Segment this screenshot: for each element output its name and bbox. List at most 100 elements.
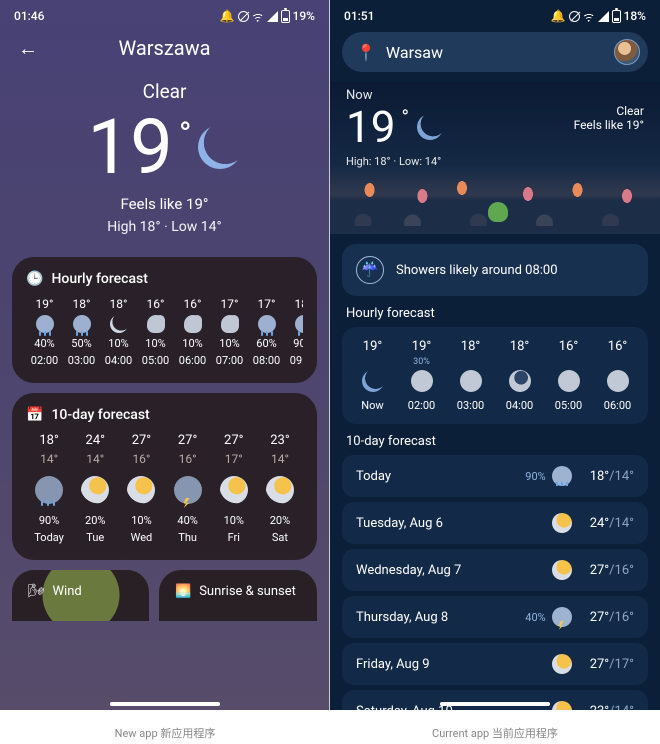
daily-col[interactable]: 18° 14° 90% Today (26, 433, 72, 544)
city-name: Warsaw (386, 43, 443, 62)
vibrate-icon: 🔔 (220, 9, 235, 23)
degree-symbol: ° (401, 105, 408, 129)
rain-icon (258, 315, 276, 333)
cloud2-icon (607, 370, 629, 392)
hour-precip: 50% (71, 337, 91, 350)
daily-title: 10-day forecast (51, 407, 149, 423)
hourly-col[interactable]: 19° Now (348, 339, 397, 412)
day-precip: 10% (131, 514, 151, 527)
current-temp: 19 (87, 109, 172, 185)
hourly-col[interactable]: 18° 10% 04:00 (100, 297, 137, 367)
wifi-icon (583, 10, 595, 22)
weather-alert[interactable]: ☔ Showers likely around 08:00 (342, 244, 648, 296)
daily-row[interactable]: Thursday, Aug 8 40% 27°/16° (342, 596, 648, 638)
daily-col[interactable]: 23° 14° 20% Sat (257, 433, 303, 544)
feels-like: Feels like 19° (574, 118, 644, 132)
sun3-icon (552, 701, 572, 710)
day-name: Wed (131, 531, 153, 544)
cloud2-icon (558, 370, 580, 392)
cloud-icon (221, 315, 239, 333)
current-conditions-scene: Now 19 ° High: 18° · Low: 14° Clear Feel… (330, 82, 660, 234)
hour-time: 03:00 (457, 399, 484, 412)
storm-icon (174, 476, 202, 504)
signal-icon (267, 11, 278, 22)
profile-avatar[interactable] (614, 39, 640, 65)
day-precip: 90% (39, 514, 59, 527)
hourly-col[interactable]: 16° 05:00 (544, 339, 593, 412)
hour-precip: 10% (182, 337, 202, 350)
feels-like: Feels like 19° (0, 195, 329, 213)
hour-temp: 16° (559, 339, 578, 354)
dnd-icon (569, 11, 580, 22)
hourly-col[interactable]: 19° 40% 02:00 (26, 297, 63, 367)
hourly-col[interactable]: 17° 60% 08:00 (248, 297, 285, 367)
hourly-forecast-panel[interactable]: 19° Now19° 30% 02:0018° 03:0018° 04:0016… (342, 327, 648, 424)
daily-forecast-card[interactable]: 📅 10-day forecast 18° 14° 90% Today24° 1… (12, 393, 317, 560)
home-indicator[interactable] (440, 702, 550, 706)
day-low: 17° (225, 452, 243, 466)
day-precip: 40% (525, 611, 545, 624)
hour-time: 06:00 (179, 354, 206, 367)
day-name: Wednesday, Aug 7 (356, 563, 546, 578)
hourly-forecast-card[interactable]: 🕒 Hourly forecast 19° 40% 02:0018° 50% 0… (12, 257, 317, 383)
hour-time: 08:00 (253, 354, 280, 367)
hour-time: 05:00 (142, 354, 169, 367)
hourly-col[interactable]: 17° 10% 07:00 (211, 297, 248, 367)
day-name: Friday, Aug 9 (356, 657, 546, 672)
daily-col[interactable]: 27° 17° 10% Fri (211, 433, 257, 544)
hourly-col[interactable]: 16° 10% 05:00 (137, 297, 174, 367)
daily-row[interactable]: Friday, Aug 9 27°/17° (342, 643, 648, 685)
hourly-title: Hourly forecast (346, 306, 644, 321)
daily-forecast-list[interactable]: Today 90% 18°/14° Tuesday, Aug 6 24°/14° W… (342, 455, 648, 710)
caption-left: New app 新应用程序 (0, 725, 330, 741)
day-precip: 90% (525, 470, 545, 483)
hourly-col[interactable]: 18° 50% 03:00 (63, 297, 100, 367)
battery-icon (281, 10, 290, 23)
clock-icon: 🕒 (26, 271, 43, 287)
hourly-col[interactable]: 18° 03:00 (446, 339, 495, 412)
rain-icon (36, 315, 54, 333)
sun3-icon (552, 560, 572, 580)
status-time: 01:46 (14, 9, 44, 23)
condition-text: Clear (574, 104, 644, 118)
hour-time: 06:00 (604, 399, 631, 412)
rain3-icon (552, 466, 572, 486)
location-search-pill[interactable]: 📍 Warsaw (342, 32, 648, 72)
moon2-icon (362, 370, 384, 392)
hour-precip: 10% (145, 337, 165, 350)
day-name: Tuesday, Aug 6 (356, 516, 546, 531)
day-name: Thursday, Aug 8 (356, 610, 525, 625)
daily-row[interactable]: Today 90% 18°/14° (342, 455, 648, 497)
day-name: Thu (178, 531, 197, 544)
hourly-col[interactable]: 16° 10% 06:00 (174, 297, 211, 367)
daily-col[interactable]: 24° 14° 20% Tue (72, 433, 118, 544)
hourly-col[interactable]: 18° 04:00 (495, 339, 544, 412)
hourly-col[interactable]: 18° 90% 09:00 (285, 297, 303, 367)
day-precip: 20% (85, 514, 105, 527)
daily-row[interactable]: Saturday, Aug 10 23°/14° (342, 690, 648, 710)
hour-time: 02:00 (408, 399, 435, 412)
daily-col[interactable]: 27° 16° 40% Thu (165, 433, 211, 544)
city-title: Warszawa (0, 36, 329, 60)
daily-row[interactable]: Tuesday, Aug 6 24°/14° (342, 502, 648, 544)
status-time: 01:51 (344, 9, 374, 23)
day-temps: 27°/17° (590, 657, 634, 672)
alert-text: Showers likely around 08:00 (396, 263, 558, 278)
home-indicator[interactable] (110, 702, 220, 706)
day-high: 18° (39, 433, 58, 448)
status-bar: 01:51 🔔 18% (330, 0, 660, 26)
rainbig-icon (35, 476, 63, 504)
day-name: Fri (228, 531, 240, 544)
rain-icon (73, 315, 91, 333)
battery-pct: 18% (624, 9, 646, 23)
sun-icon (220, 476, 248, 504)
daily-row[interactable]: Wednesday, Aug 7 27°/16° (342, 549, 648, 591)
now-label: Now (346, 88, 644, 103)
sunrise-sunset-card[interactable]: 🌅 Sunrise & sunset (159, 570, 317, 621)
sun3-icon (552, 513, 572, 533)
hourly-col[interactable]: 19° 30% 02:00 (397, 339, 446, 412)
day-precip: 10% (224, 514, 244, 527)
daily-col[interactable]: 27° 16° 10% Wed (118, 433, 164, 544)
wind-card[interactable]: 🌬 Wind (12, 570, 149, 621)
hourly-col[interactable]: 16° 06:00 (593, 339, 642, 412)
